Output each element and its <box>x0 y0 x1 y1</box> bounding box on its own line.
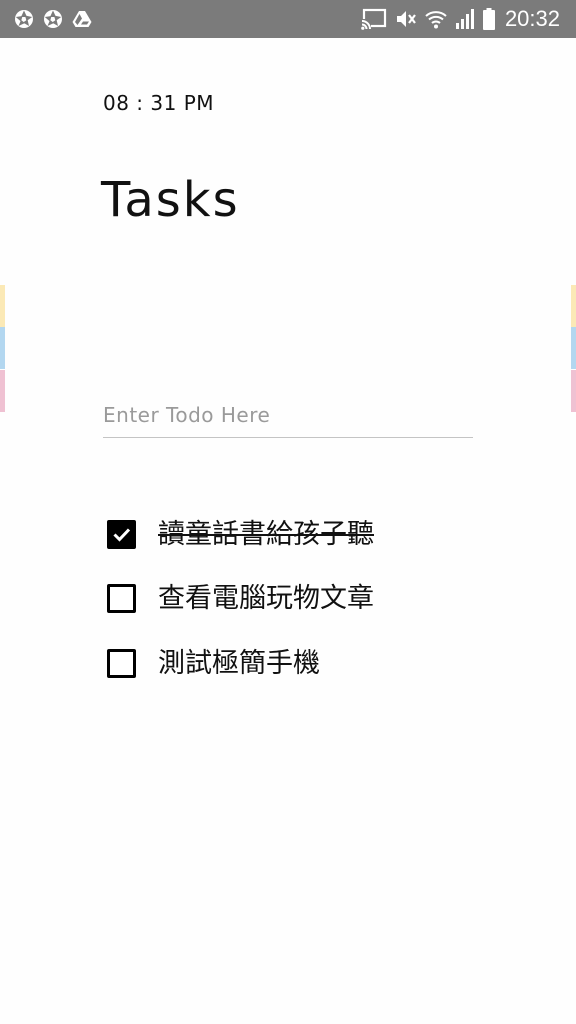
todo-input[interactable] <box>103 392 473 438</box>
task-label[interactable]: 查看電腦玩物文章 <box>158 585 374 612</box>
task-item: 測試極簡手機 <box>107 631 374 696</box>
task-checkbox[interactable] <box>107 584 136 614</box>
status-clock: 20:32 <box>504 6 560 31</box>
edge-strip-blue-left <box>0 327 5 369</box>
task-checkbox[interactable] <box>107 648 136 678</box>
edge-strip-blue-right <box>571 327 576 369</box>
status-bar: 20:32 <box>0 0 576 38</box>
notification-icons <box>14 9 92 29</box>
aperture-icon <box>43 9 63 29</box>
edge-strip-pink-right <box>571 370 576 412</box>
task-checkbox[interactable] <box>107 519 136 549</box>
edge-strip-yellow-right <box>571 285 576 327</box>
task-item: 讀童話書給孩子聽 <box>107 502 374 567</box>
system-icons: 20:32 <box>360 6 560 32</box>
aperture-icon <box>14 9 34 29</box>
task-item: 查看電腦玩物文章 <box>107 567 374 632</box>
page-title: Tasks <box>101 172 240 228</box>
signal-icon <box>455 8 475 30</box>
edge-strip-pink-left <box>0 370 5 412</box>
battery-icon <box>482 8 495 30</box>
task-label[interactable]: 測試極簡手機 <box>158 650 320 677</box>
cast-icon <box>360 8 387 30</box>
checkmark-icon <box>113 528 131 542</box>
wifi-icon <box>425 8 447 30</box>
current-time: 08 : 31 PM <box>103 91 215 115</box>
mute-icon <box>395 8 417 30</box>
task-list: 讀童話書給孩子聽 查看電腦玩物文章 測試極簡手機 <box>107 502 374 696</box>
edge-strip-yellow-left <box>0 285 5 327</box>
task-label[interactable]: 讀童話書給孩子聽 <box>158 521 374 548</box>
drive-icon <box>72 9 92 29</box>
